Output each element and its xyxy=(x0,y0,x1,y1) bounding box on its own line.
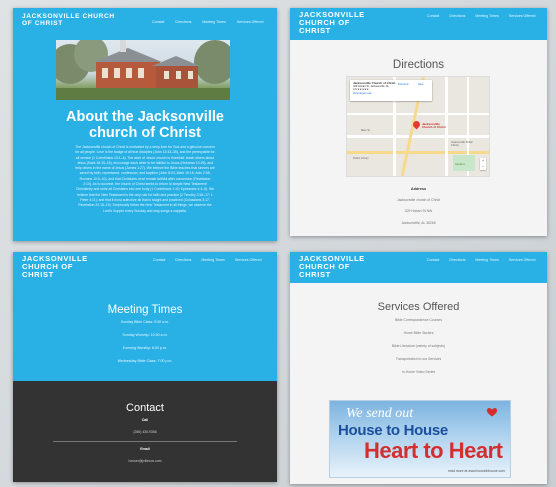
body-line: Christianity and unite all Christians in… xyxy=(75,187,215,192)
main-nav: Contact Directions Meeting Times Service… xyxy=(427,258,535,262)
title-line: About the Jacksonville xyxy=(66,109,224,125)
address-line: 329 Hobart St NW xyxy=(404,209,433,213)
view-larger-map-link[interactable]: View larger map xyxy=(353,92,429,95)
main-nav: Contact Directions Meeting Times Service… xyxy=(152,20,263,24)
nav-services-offered[interactable]: Services Offered xyxy=(509,14,536,18)
heart-icon xyxy=(486,408,498,417)
service-item[interactable]: Home Bible Studies xyxy=(290,331,547,335)
directions-screenshot: JACKSONVILLE CHURCH OF CHRIST Contact Di… xyxy=(290,8,547,236)
nav-directions[interactable]: Directions xyxy=(449,258,465,262)
services-title: Services Offered xyxy=(377,301,460,313)
nav-services-offered[interactable]: Services Offered xyxy=(509,258,536,262)
service-item[interactable]: Bible Correspondence Courses xyxy=(290,318,547,322)
phone-link[interactable]: (256) 435-9356 xyxy=(13,430,277,434)
about-screenshot: JACKSONVILLE CHURCH OF CHRIST Contact Di… xyxy=(13,8,277,241)
service-item[interactable]: In-Home Video Series xyxy=(290,370,547,374)
brand-line: CHRIST xyxy=(299,26,331,35)
meeting-time: Sunday Bible Class: 9:30 a.m. xyxy=(120,320,170,324)
map-zoom-control[interactable]: + − xyxy=(480,158,486,170)
body-line: Lord's Supper every Sunday and sing song… xyxy=(103,208,187,213)
nav-meeting-times[interactable]: Meeting Times xyxy=(475,14,498,18)
nav-meeting-times[interactable]: Meeting Times xyxy=(475,258,498,262)
about-title: About the Jacksonville church of Christ xyxy=(13,109,277,141)
nav-meeting-times[interactable]: Meeting Times xyxy=(201,258,224,262)
map-label: Public Library xyxy=(353,157,369,160)
meeting-time: Wednesday Bible Class: 7:00 p.m. xyxy=(117,359,173,363)
banner-line: House to House xyxy=(338,422,448,439)
meeting-contact-screenshot: JACKSONVILLE CHURCH OF CHRIST Contact Di… xyxy=(13,252,277,482)
map-label: Main St xyxy=(361,129,370,132)
service-item[interactable]: Transportation to our Services xyxy=(290,357,547,361)
main-nav: Contact Directions Meeting Times Service… xyxy=(153,258,261,262)
body-line: Revelation 22:18–19). Scripturally follo… xyxy=(78,203,212,208)
house-to-house-banner[interactable]: We send out House to House Heart to Hear… xyxy=(329,400,511,478)
directions-title: Directions xyxy=(392,59,445,71)
banner-footer: read more at www.housetohouse.com xyxy=(448,469,505,473)
service-item[interactable]: Bible Literature (variety of subjects) xyxy=(290,344,547,348)
site-brand[interactable]: JACKSONVILLE CHURCH OF CHRIST xyxy=(299,255,409,279)
map-label: Gardens xyxy=(455,163,465,166)
nav-directions[interactable]: Directions xyxy=(175,20,191,24)
nav-contact[interactable]: Contact xyxy=(427,14,439,18)
email-label: Email xyxy=(140,447,150,451)
address-line: Jacksonville, AL 36265 xyxy=(401,221,436,225)
brand-line: CHRIST xyxy=(299,270,331,279)
meeting-time: Sunday Worship: 10:30 a.m. xyxy=(122,333,168,337)
body-line: saved by faith, repentance, confession, … xyxy=(79,171,211,176)
site-header: JACKSONVILLE CHURCH OF CHRIST Contact Di… xyxy=(290,8,547,40)
about-body: The Jacksonville church of Christ is mot… xyxy=(53,145,237,214)
map-directions-link[interactable]: Directions xyxy=(398,83,409,86)
site-header: JACKSONVILLE CHURCH OF CHRIST Contact Di… xyxy=(13,8,277,38)
nav-services-offered[interactable]: Services Offered xyxy=(235,258,262,262)
brand-line: OF CHRIST xyxy=(22,20,63,28)
map-label: Jacksonville Public Library xyxy=(451,141,473,147)
banner-line: Heart to Heart xyxy=(364,438,503,463)
map-save-link[interactable]: Save xyxy=(418,83,423,86)
pin-label-line: Church of Christ xyxy=(422,125,446,130)
call-label: Call xyxy=(141,418,149,422)
nav-contact[interactable]: Contact xyxy=(153,258,165,262)
banner-line: We send out xyxy=(346,406,414,421)
meeting-time: Evening Worship: 6:00 p.m. xyxy=(122,346,168,350)
site-brand[interactable]: JACKSONVILLE CHURCH OF CHRIST xyxy=(22,255,132,279)
map-pin-label: Jacksonville Church of Christ xyxy=(422,122,446,130)
email-link[interactable]: hooser@jvillecoc.com xyxy=(13,459,277,463)
address-heading: Address xyxy=(410,187,427,191)
nav-meeting-times[interactable]: Meeting Times xyxy=(202,20,225,24)
church-building-photo xyxy=(56,40,230,100)
nav-directions[interactable]: Directions xyxy=(449,14,465,18)
map-info-card: Jacksonville Church of Christ 329 Hobart… xyxy=(350,80,432,101)
site-header: JACKSONVILLE CHURCH OF CHRIST Contact Di… xyxy=(290,252,547,283)
contact-title: Contact xyxy=(126,402,164,414)
nav-directions[interactable]: Directions xyxy=(175,258,191,262)
nav-contact[interactable]: Contact xyxy=(427,258,439,262)
contact-divider xyxy=(53,441,237,442)
title-line: church of Christ xyxy=(89,125,201,141)
meeting-times-title: Meeting Times xyxy=(107,304,183,316)
site-brand[interactable]: JACKSONVILLE CHURCH OF CHRIST xyxy=(22,13,142,28)
nav-contact[interactable]: Contact xyxy=(152,20,164,24)
main-nav: Contact Directions Meeting Times Service… xyxy=(427,14,535,18)
body-line: for all people. Love is the badge of all… xyxy=(75,150,215,155)
services-screenshot: JACKSONVILLE CHURCH OF CHRIST Contact Di… xyxy=(290,252,547,484)
site-brand[interactable]: JACKSONVILLE CHURCH OF CHRIST xyxy=(299,11,409,35)
address-line: Jacksonville church of Christ xyxy=(397,198,440,202)
google-map[interactable]: Jacksonville Church of Christ 329 Hobart… xyxy=(346,76,490,177)
brand-line: CHRIST xyxy=(22,270,54,279)
brand-line: JACKSONVILLE CHURCH xyxy=(22,13,115,20)
site-header: JACKSONVILLE CHURCH OF CHRIST Contact Di… xyxy=(13,252,277,284)
nav-services-offered[interactable]: Services Offered xyxy=(237,20,264,24)
zoom-out-button[interactable]: − xyxy=(480,164,486,170)
